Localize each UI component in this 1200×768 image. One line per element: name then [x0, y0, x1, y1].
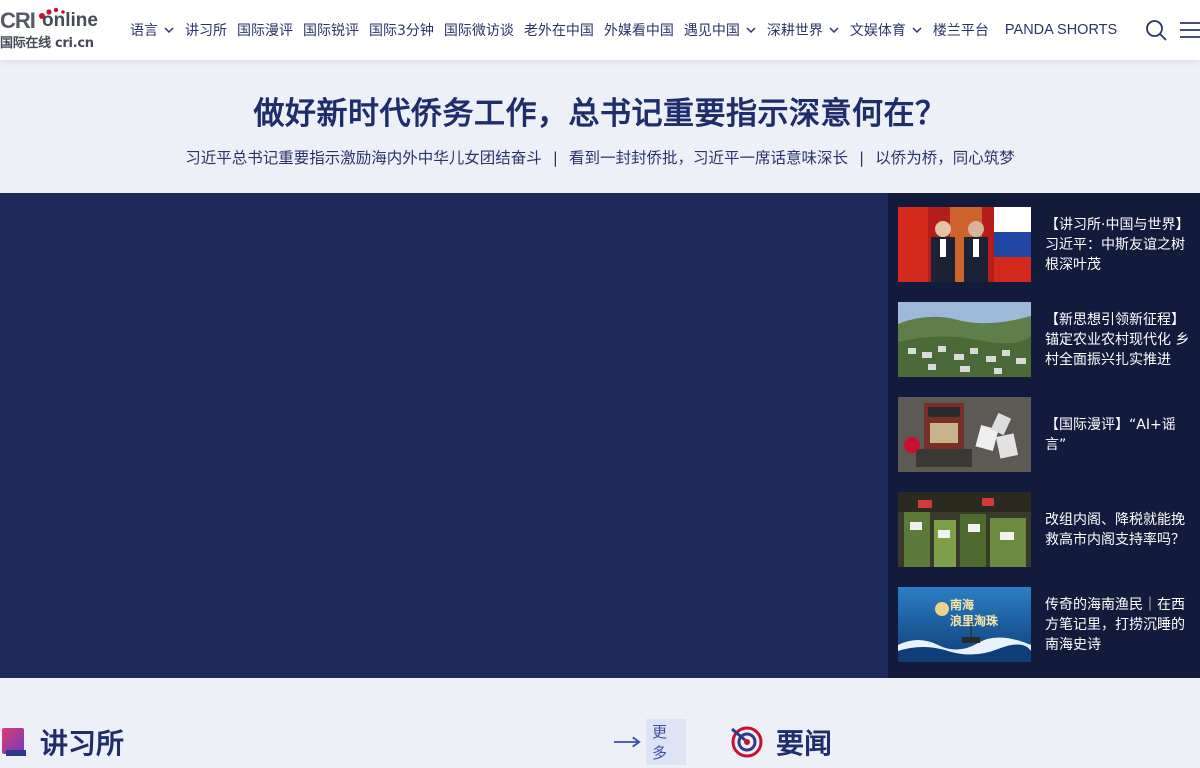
- nav-item-label: 语言: [130, 23, 158, 39]
- side-news-title: 传奇的海南渔民｜在西方笔记里，打捞沉睡的南海史诗: [1045, 596, 1185, 653]
- logo-sub: 国际在线 cri.cn: [0, 36, 94, 51]
- nav-item-label: PANDA SHORTS: [1004, 22, 1118, 38]
- chevron-down-icon: [164, 27, 174, 34]
- nav-item-panda-shorts[interactable]: PANDA SHORTS: [1005, 22, 1117, 38]
- nav-item-meet-china[interactable]: 遇见中国: [684, 20, 757, 40]
- side-news-title: 改组内阁、降税就能挽救高市内阁支持率吗？: [1045, 511, 1185, 548]
- site-header: CRI online 国际在线 cri.cn 语言 讲习所 国际漫评 国际锐评 …: [0, 0, 1200, 60]
- link-separator: |: [859, 149, 865, 167]
- nav-item-label: 讲习所: [185, 23, 227, 39]
- nav-item-label: 国际漫评: [237, 23, 293, 39]
- nav-item-jiangxisuo[interactable]: 讲习所: [185, 20, 227, 40]
- more-link[interactable]: 更多: [614, 719, 686, 765]
- svg-text:浪里淘珠: 浪里淘珠: [950, 613, 999, 628]
- related-link[interactable]: 习近平总书记重要指示激励海内外中华儿女团结奋斗: [185, 149, 542, 167]
- nav-item-label: 国际锐评: [303, 23, 359, 39]
- logo-brand-a: CRI: [0, 8, 36, 33]
- nav-item-label: 深耕世界: [766, 23, 823, 39]
- news-thumbnail-cartoon: [898, 397, 1031, 472]
- side-news-item[interactable]: 【讲习所·中国与世界】习近平：中斯友谊之树根深叶茂: [898, 207, 1198, 283]
- nav-item-label: 外媒看中国: [603, 23, 674, 39]
- chevron-down-icon: [912, 27, 922, 34]
- hamburger-menu-icon[interactable]: [1180, 20, 1200, 40]
- section-title-text: 讲习所: [40, 727, 125, 760]
- nav-item-3-minutes[interactable]: 国际3分钟: [369, 20, 434, 40]
- news-thumbnail-market: [898, 492, 1031, 567]
- side-news-title: 【新思想引领新征程】锚定农业农村现代化 乡村全面振兴扎实推进: [1045, 311, 1190, 368]
- link-separator: |: [552, 149, 558, 167]
- headline-related-links: 习近平总书记重要指示激励海内外中华儿女团结奋斗 | 看到一封封侨批，习近平一席话意味…: [0, 146, 1200, 168]
- nav-item-foreign-media[interactable]: 外媒看中国: [604, 20, 674, 40]
- search-icon[interactable]: [1145, 19, 1167, 41]
- side-news-item[interactable]: 南海 浪里淘珠 传奇的海南渔民｜在西方笔记里，打捞沉睡的南海史诗: [898, 587, 1198, 663]
- nav-item-foreigners-in-china[interactable]: 老外在中国: [524, 20, 594, 40]
- section-title-jiangxisuo[interactable]: 讲习所: [0, 722, 124, 762]
- more-label: 更多: [646, 719, 686, 765]
- hero-video-area[interactable]: [0, 193, 888, 678]
- side-news-title: 【讲习所·中国与世界】习近平：中斯友谊之树根深叶茂: [1045, 216, 1190, 273]
- news-thumbnail-village: [898, 302, 1031, 377]
- side-news-item[interactable]: 【新思想引领新征程】锚定农业农村现代化 乡村全面振兴扎实推进: [898, 302, 1198, 378]
- chevron-down-icon: [829, 27, 839, 34]
- related-link[interactable]: 以侨为桥，同心筑梦: [875, 149, 1015, 167]
- nav-item-label: 国际3分钟: [369, 23, 434, 39]
- news-thumbnail-leaders: [898, 207, 1031, 282]
- main-nav: 语言 讲习所 国际漫评 国际锐评 国际3分钟 国际微访谈 老外在中国 外媒看中国…: [130, 0, 1127, 60]
- nav-item-language[interactable]: 语言: [130, 20, 175, 40]
- nav-item-sharp-review[interactable]: 国际锐评: [303, 20, 359, 40]
- headline-title[interactable]: 做好新时代侨务工作，总书记重要指示深意何在？: [0, 88, 1200, 133]
- side-news-item[interactable]: 【国际漫评】“AI+谣言”: [898, 397, 1198, 473]
- nav-item-deep-world[interactable]: 深耕世界: [767, 20, 840, 40]
- target-icon: [731, 726, 763, 758]
- nav-item-label: 遇见中国: [683, 23, 740, 39]
- section-title-top-news[interactable]: 要闻: [730, 722, 832, 762]
- side-news-item[interactable]: 改组内阁、降税就能挽救高市内阁支持率吗？: [898, 492, 1198, 568]
- nav-item-label: 楼兰平台: [932, 23, 989, 39]
- cri-online-logo[interactable]: CRI online 国际在线 cri.cn: [0, 6, 104, 52]
- news-thumbnail-sea-poster: 南海 浪里淘珠: [898, 587, 1031, 662]
- nav-item-entertainment-sports[interactable]: 文娱体育: [850, 20, 923, 40]
- nav-item-label: 国际微访谈: [443, 23, 514, 39]
- book-icon: [2, 728, 26, 756]
- side-news-list: 【讲习所·中国与世界】习近平：中斯友谊之树根深叶茂 【新思想引领新征程】锚定农业…: [888, 193, 1200, 678]
- nav-item-label: 老外在中国: [523, 23, 594, 39]
- poster-text: 南海: [950, 597, 974, 612]
- nav-item-cartoon-review[interactable]: 国际漫评: [237, 20, 293, 40]
- chevron-down-icon: [746, 27, 756, 34]
- nav-item-loulan-platform[interactable]: 楼兰平台: [933, 20, 989, 40]
- logo-brand-b: online: [42, 10, 98, 31]
- headline-section: 做好新时代侨务工作，总书记重要指示深意何在？ 习近平总书记重要指示激励海内外中华…: [0, 60, 1200, 193]
- section-title-text: 要闻: [776, 727, 833, 760]
- side-news-title: 【国际漫评】“AI+谣言”: [1045, 416, 1176, 453]
- nav-item-label: 文娱体育: [849, 23, 906, 39]
- arrow-right-icon: [614, 736, 641, 748]
- nav-item-micro-interview[interactable]: 国际微访谈: [444, 20, 514, 40]
- related-link[interactable]: 看到一封封侨批，习近平一席话意味深长: [569, 149, 848, 167]
